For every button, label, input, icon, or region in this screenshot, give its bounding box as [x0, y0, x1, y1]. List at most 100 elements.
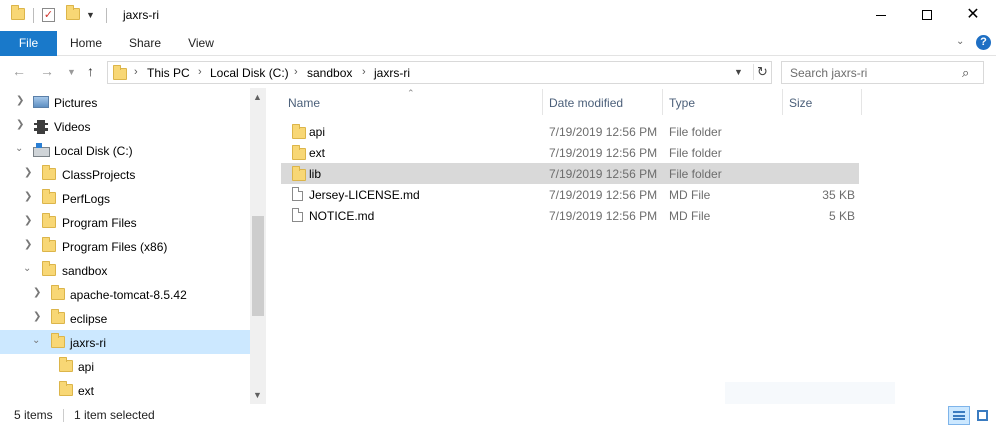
minimize-button[interactable]: [858, 0, 904, 31]
chevron-right-icon[interactable]: ❯: [33, 287, 41, 298]
tree-item-label: sandbox: [62, 264, 108, 278]
folder-icon: [42, 237, 56, 252]
file-row-ext[interactable]: ext 7/19/2019 12:56 PM File folder: [281, 142, 859, 163]
tree-item-pictures[interactable]: ❯ Pictures: [0, 90, 250, 114]
chevron-right-icon[interactable]: ›: [134, 66, 138, 78]
help-icon[interactable]: ?: [976, 35, 991, 50]
column-header-date-modified[interactable]: Date modified: [549, 96, 623, 110]
file-date: 7/19/2019 12:56 PM: [549, 209, 658, 223]
chevron-right-icon[interactable]: ❯: [24, 215, 32, 226]
search-icon[interactable]: ⌕: [962, 65, 969, 81]
column-header-type[interactable]: Type: [669, 96, 695, 110]
file-type: MD File: [669, 209, 711, 223]
chevron-down-icon[interactable]: ⌄: [23, 263, 31, 274]
column-header-size[interactable]: Size: [789, 96, 812, 110]
tree-item-api[interactable]: api: [0, 354, 250, 378]
search-input[interactable]: Search jaxrs-ri: [790, 66, 867, 80]
refresh-icon[interactable]: ↻: [753, 64, 771, 80]
back-arrow-icon[interactable]: ←: [12, 63, 26, 79]
divider: [33, 8, 34, 23]
folder-icon: [51, 309, 65, 324]
status-bar: 5 items 1 item selected: [0, 404, 996, 427]
properties-icon[interactable]: ✓: [42, 8, 55, 22]
file-row-lib[interactable]: lib 7/19/2019 12:56 PM File folder: [281, 163, 859, 184]
tree-item-sandbox[interactable]: ⌄ sandbox: [0, 258, 250, 282]
tree-item-local-disk[interactable]: ⌄ Local Disk (C:): [0, 138, 250, 162]
navigation-scrollbar[interactable]: ▲ ▼: [250, 88, 266, 404]
tab-share[interactable]: Share: [122, 31, 168, 56]
document-icon: [292, 187, 303, 201]
file-list: ⌃ Name Date modified Type Size api 7/19/…: [267, 88, 996, 404]
customize-toolbar-icon[interactable]: ▼: [86, 10, 95, 20]
tree-item-ext[interactable]: ext: [0, 378, 250, 402]
tree-item-perflogs[interactable]: ❯ PerfLogs: [0, 186, 250, 210]
address-bar[interactable]: › This PC › Local Disk (C:) › sandbox › …: [107, 61, 772, 84]
tab-home[interactable]: Home: [62, 31, 110, 56]
file-name: Jersey-LICENSE.md: [309, 188, 420, 202]
document-icon: [292, 208, 303, 222]
folder-icon: [51, 333, 65, 348]
tree-item-apache-tomcat[interactable]: ❯ apache-tomcat-8.5.42: [0, 282, 250, 306]
chevron-right-icon[interactable]: ❯: [24, 191, 32, 202]
tree-item-classprojects[interactable]: ❯ ClassProjects: [0, 162, 250, 186]
search-box[interactable]: Search jaxrs-ri ⌕: [781, 61, 984, 84]
close-button[interactable]: ✕: [950, 0, 996, 31]
file-date: 7/19/2019 12:56 PM: [549, 167, 658, 181]
folder-icon: [292, 145, 306, 160]
breadcrumb-local-disk[interactable]: Local Disk (C:): [210, 66, 289, 80]
tree-item-program-files-x86[interactable]: ❯ Program Files (x86): [0, 234, 250, 258]
chevron-down-icon[interactable]: ⌄: [32, 335, 40, 346]
column-divider[interactable]: [542, 89, 543, 115]
maximize-button[interactable]: [904, 0, 950, 31]
breadcrumb-jaxrs-ri[interactable]: jaxrs-ri: [374, 66, 410, 80]
breadcrumb-this-pc[interactable]: This PC: [147, 66, 190, 80]
column-divider[interactable]: [861, 89, 862, 115]
column-divider[interactable]: [782, 89, 783, 115]
chevron-right-icon[interactable]: ❯: [16, 95, 24, 106]
tree-item-label: api: [78, 360, 95, 374]
tree-item-videos[interactable]: ❯ Videos: [0, 114, 250, 138]
file-row-api[interactable]: api 7/19/2019 12:56 PM File folder: [281, 121, 859, 142]
tree-item-program-files[interactable]: ❯ Program Files: [0, 210, 250, 234]
column-header-name[interactable]: Name: [288, 96, 320, 110]
recent-locations-icon[interactable]: ▼: [67, 67, 76, 77]
tree-item-jaxrs-ri[interactable]: ⌄ jaxrs-ri: [0, 330, 250, 354]
large-icons-view-icon: [977, 410, 988, 421]
scrollbar-thumb[interactable]: [252, 216, 264, 316]
chevron-down-icon[interactable]: ⌄: [15, 143, 23, 154]
chevron-right-icon[interactable]: ❯: [33, 311, 41, 322]
scroll-down-icon[interactable]: ▼: [253, 390, 262, 400]
pictures-icon: [33, 96, 49, 108]
large-icons-view-button[interactable]: [972, 406, 994, 425]
file-date: 7/19/2019 12:56 PM: [549, 188, 658, 202]
tab-file[interactable]: File: [0, 31, 57, 56]
tree-item-label: PerfLogs: [62, 192, 111, 206]
column-divider[interactable]: [662, 89, 663, 115]
tree-item-label: jaxrs-ri: [70, 336, 106, 350]
new-folder-icon[interactable]: [66, 5, 80, 20]
sort-ascending-icon: ⌃: [407, 88, 415, 98]
expand-ribbon-icon[interactable]: ⌄: [956, 36, 964, 47]
chevron-right-icon[interactable]: ❯: [24, 239, 32, 250]
divider: [63, 409, 64, 422]
details-view-button[interactable]: [948, 406, 970, 425]
file-type: MD File: [669, 188, 711, 202]
chevron-right-icon[interactable]: ❯: [16, 119, 24, 130]
address-dropdown-icon[interactable]: ▼: [734, 67, 743, 77]
chevron-right-icon[interactable]: ›: [198, 66, 202, 78]
up-arrow-icon[interactable]: ↑: [87, 63, 94, 79]
chevron-right-icon[interactable]: ❯: [24, 167, 32, 178]
drive-icon: [33, 143, 50, 157]
tree-item-eclipse[interactable]: ❯ eclipse: [0, 306, 250, 330]
scroll-up-icon[interactable]: ▲: [253, 92, 262, 102]
breadcrumb-sandbox[interactable]: sandbox: [307, 66, 352, 80]
file-row-jersey-license[interactable]: Jersey-LICENSE.md 7/19/2019 12:56 PM MD …: [281, 184, 859, 205]
file-row-notice[interactable]: NOTICE.md 7/19/2019 12:56 PM MD File 5 K…: [281, 205, 859, 226]
forward-arrow-icon[interactable]: →: [40, 63, 54, 79]
tree-item-label: Videos: [54, 120, 91, 134]
folder-icon: [42, 261, 56, 276]
chevron-right-icon[interactable]: ›: [362, 66, 366, 78]
tab-view[interactable]: View: [180, 31, 222, 56]
folder-icon: [51, 285, 65, 300]
chevron-right-icon[interactable]: ›: [294, 66, 298, 78]
